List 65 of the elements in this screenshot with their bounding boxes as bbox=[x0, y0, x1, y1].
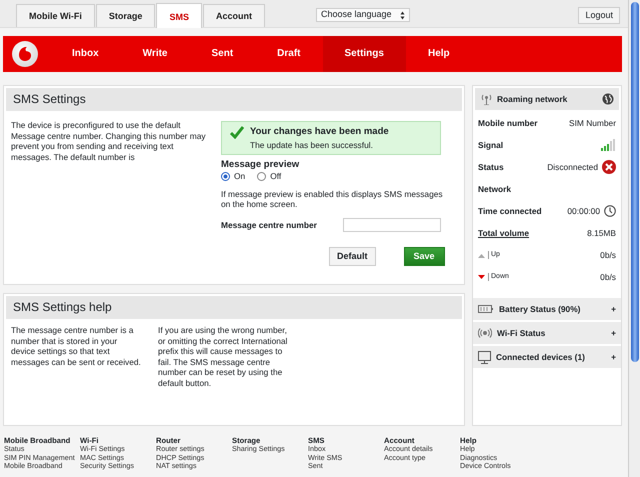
expand-toggle[interactable]: + bbox=[611, 328, 616, 338]
status-value: 8.15MB bbox=[587, 228, 616, 238]
antenna-icon bbox=[480, 93, 493, 105]
sidebar-title: Roaming network bbox=[497, 94, 568, 104]
alert-title: Your changes have been made bbox=[250, 126, 389, 138]
tab[interactable]: Account bbox=[202, 4, 265, 27]
clock-icon bbox=[604, 205, 616, 217]
nav-item[interactable]: Help bbox=[406, 36, 472, 72]
sidebar-section[interactable]: Battery Status (90%) + bbox=[473, 296, 621, 320]
sidebar-section[interactable]: Connected devices (1) + bbox=[473, 344, 621, 368]
battery-icon bbox=[478, 305, 494, 313]
expand-toggle[interactable]: + bbox=[611, 304, 616, 314]
field-label: Message centre number bbox=[221, 220, 317, 230]
signal-icon bbox=[601, 139, 616, 151]
radio-label: Off bbox=[270, 171, 282, 182]
section-title: Connected devices (1) bbox=[496, 352, 586, 362]
status-value: 0b/s bbox=[600, 272, 616, 282]
total-volume-link[interactable]: Total volume bbox=[478, 228, 530, 238]
logo-icon bbox=[12, 41, 38, 67]
help-text: The message centre number is a number that is stored in your device settings so that text messages can be sent or received. bbox=[11, 325, 142, 369]
panel-title: SMS Settings help bbox=[6, 296, 462, 319]
section-title: Battery Status (90%) bbox=[499, 304, 582, 314]
sidebar-section[interactable]: Wi-Fi Status + bbox=[473, 320, 621, 344]
status-value: 0b/s bbox=[600, 250, 616, 260]
updown-icon bbox=[400, 10, 405, 20]
preview-note: If message preview is enabled this displays SMS messages on the home screen. bbox=[221, 188, 444, 210]
scrollbar[interactable] bbox=[628, 0, 640, 477]
section-title: Wi-Fi Status bbox=[497, 328, 546, 338]
status-value: SIM Number bbox=[568, 118, 616, 128]
nav-item[interactable]: Draft bbox=[255, 36, 323, 72]
radio-button[interactable] bbox=[257, 172, 266, 181]
radio-label: On bbox=[234, 171, 246, 182]
help-text: If you are using the wrong number, or omitting the correct International prefix this will cause messages to fail. The SMS message centre number can be reset by using the default button. bbox=[158, 325, 288, 388]
status-label: Time connected bbox=[478, 206, 542, 216]
panel-title: SMS Settings bbox=[6, 88, 462, 111]
form-button[interactable]: Default bbox=[329, 246, 376, 266]
globe-icon bbox=[602, 93, 614, 105]
wifi-icon bbox=[478, 328, 492, 338]
down-arrow-icon bbox=[478, 274, 485, 280]
status-label: Mobile number bbox=[478, 118, 538, 128]
nav-item[interactable]: Inbox bbox=[50, 36, 121, 72]
tab[interactable]: Storage bbox=[96, 4, 156, 27]
error-icon bbox=[602, 160, 616, 174]
expand-toggle[interactable]: + bbox=[611, 352, 616, 362]
alert-message: The update has been successful. bbox=[250, 140, 374, 150]
checkmark-icon bbox=[230, 126, 244, 139]
status-value: 00:00:00 bbox=[567, 206, 600, 216]
nav-item[interactable]: Settings bbox=[322, 36, 406, 72]
form-button[interactable]: Save bbox=[404, 246, 445, 266]
up-arrow-icon bbox=[478, 252, 485, 258]
status-label: Signal bbox=[478, 140, 504, 150]
nav-item[interactable]: Sent bbox=[190, 36, 256, 72]
status-label: Status bbox=[478, 162, 504, 172]
preview-label: Message preview bbox=[221, 159, 300, 172]
input-field[interactable] bbox=[342, 218, 441, 232]
nav-item[interactable]: Write bbox=[120, 36, 190, 72]
tab[interactable]: Mobile Wi-Fi bbox=[16, 4, 95, 27]
logout-button[interactable]: Logout bbox=[578, 7, 620, 24]
status-label: Network bbox=[478, 184, 512, 194]
radio-button[interactable] bbox=[221, 172, 230, 181]
language-select[interactable]: Choose language bbox=[316, 8, 410, 22]
monitor-icon bbox=[478, 350, 491, 364]
status-value: Disconnected bbox=[547, 162, 598, 172]
description-text: The device is preconfigured to use the default Message centre number. Changing this number may prevent you from sending and receiving text messages. The default number is bbox=[11, 120, 207, 164]
tab[interactable]: SMS bbox=[156, 2, 202, 28]
